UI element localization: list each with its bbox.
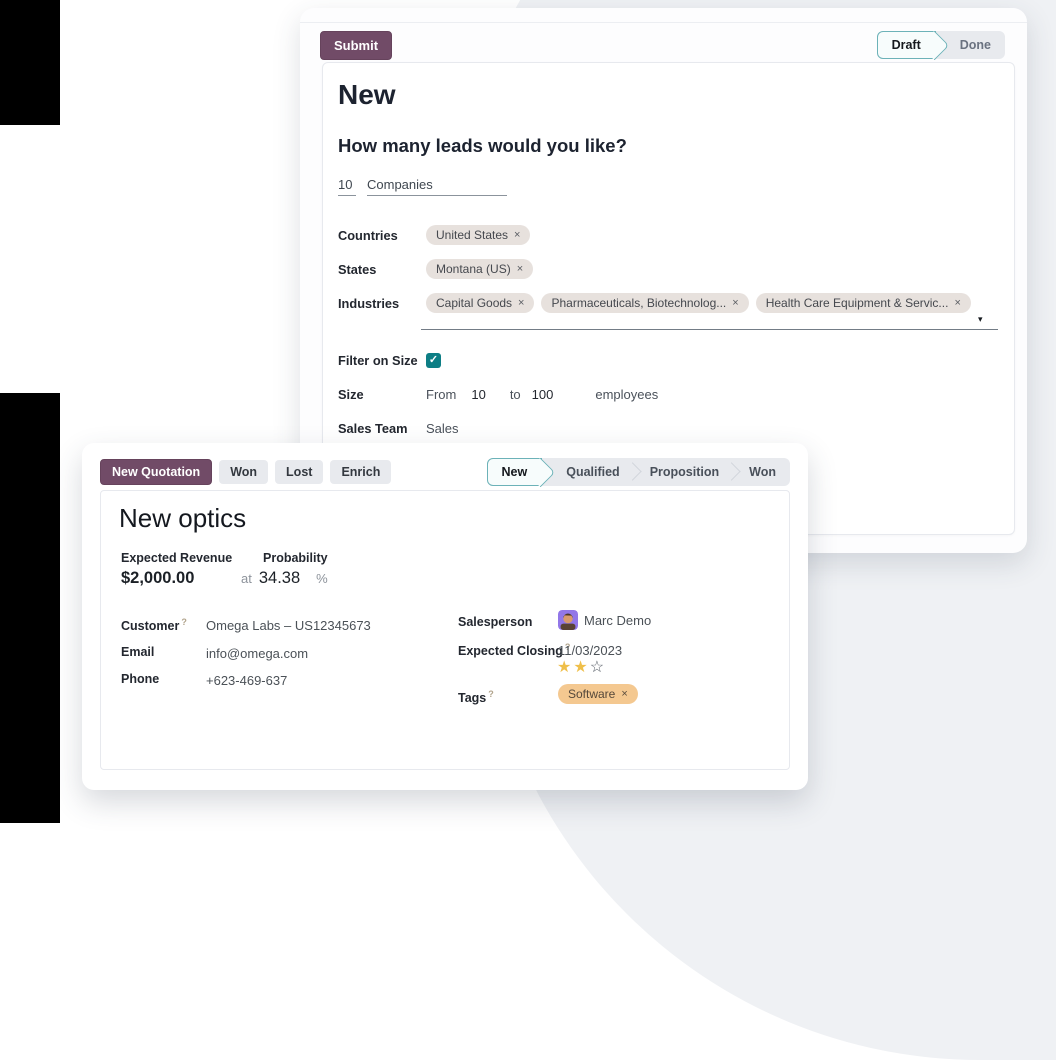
countries-row: Countries United States × — [338, 225, 537, 245]
statusbar: Draft Done — [876, 31, 1005, 59]
pipeline-step-proposition[interactable]: Proposition — [636, 458, 733, 486]
lead-count-unit-input[interactable]: Companies — [367, 177, 507, 196]
remove-tag-icon[interactable]: × — [518, 297, 524, 309]
filter-on-size-label: Filter on Size — [338, 352, 418, 368]
expected-revenue-label: Expected Revenue — [121, 551, 233, 565]
pipeline-step-new[interactable]: New — [486, 458, 543, 486]
opportunity-card: New Quotation Won Lost Enrich New Qualif… — [82, 443, 808, 790]
probability-value-group: at 34.38 % — [241, 569, 328, 588]
software-tag[interactable]: Software × — [558, 684, 638, 704]
tags-field: Software × — [558, 684, 638, 704]
remove-tag-icon[interactable]: × — [621, 688, 627, 700]
customer-value[interactable]: Omega Labs – US12345673 — [206, 618, 371, 633]
opportunity-form-sheet: New optics Expected Revenue Probability … — [100, 490, 790, 770]
size-row: Size From 10 to 100 employees — [338, 384, 658, 404]
salesperson-value-group[interactable]: Marc Demo — [558, 610, 651, 630]
remove-tag-icon[interactable]: × — [517, 263, 523, 275]
tags-label: Tags? — [458, 689, 494, 706]
remove-tag-icon[interactable]: × — [954, 297, 960, 309]
industry-tag-label: Pharmaceuticals, Biotechnolog... — [551, 296, 727, 310]
black-overlay-top-left — [0, 0, 60, 125]
size-to-input[interactable]: 100 — [532, 387, 554, 402]
phone-label: Phone — [121, 672, 160, 686]
country-tag[interactable]: United States × — [426, 225, 531, 245]
countries-label: Countries — [338, 227, 398, 243]
industries-row: Industries Capital Goods × Pharmaceutica… — [338, 293, 978, 313]
industries-input-underline[interactable] — [421, 329, 998, 330]
dialog-top-divider — [300, 22, 1027, 23]
star-filled-icon[interactable]: ★ — [573, 659, 589, 676]
remove-tag-icon[interactable]: × — [514, 229, 520, 241]
lead-question-heading: How many leads would you like? — [338, 135, 627, 156]
software-tag-label: Software — [568, 687, 616, 701]
industry-tag[interactable]: Pharmaceuticals, Biotechnolog... × — [541, 293, 749, 313]
size-from-input[interactable]: 10 — [471, 387, 485, 402]
lead-count-input[interactable]: 10 — [338, 177, 356, 196]
pipeline-step-qualified[interactable]: Qualified — [542, 458, 633, 486]
customer-label: Customer? — [121, 617, 187, 634]
pipeline-step-won[interactable]: Won — [735, 458, 790, 486]
size-suffix-label: employees — [595, 386, 659, 402]
pipeline-step-new-label: New — [501, 465, 528, 479]
customer-help-icon: ? — [181, 617, 187, 627]
industries-label: Industries — [338, 295, 400, 311]
dialog-title: New — [338, 79, 396, 110]
probability-label: Probability — [263, 551, 328, 565]
email-label: Email — [121, 645, 155, 659]
new-quotation-button[interactable]: New Quotation — [100, 459, 213, 485]
salesperson-label: Salesperson — [458, 615, 533, 629]
salesperson-name: Marc Demo — [584, 612, 652, 628]
salesperson-avatar — [558, 610, 578, 630]
industry-tag[interactable]: Capital Goods × — [426, 293, 535, 313]
dialog-header: Submit Draft Done — [320, 30, 1005, 60]
state-tag[interactable]: Montana (US) × — [426, 259, 534, 279]
priority-stars: ★★☆ — [557, 657, 606, 677]
probability-unit-label: % — [316, 571, 328, 586]
industry-tag-label: Health Care Equipment & Servic... — [765, 296, 949, 310]
probability-value[interactable]: 34.38 — [259, 569, 300, 588]
statusbar-step-draft[interactable]: Draft — [876, 31, 936, 59]
pipeline-statusbar: New Qualified Proposition Won — [486, 458, 790, 486]
black-overlay-bottom-left — [0, 393, 60, 823]
industry-tag[interactable]: Health Care Equipment & Servic... × — [755, 293, 971, 313]
submit-button[interactable]: Submit — [320, 30, 393, 60]
star-empty-icon[interactable]: ☆ — [590, 659, 606, 676]
country-tag-label: United States — [436, 228, 509, 242]
expected-closing-value[interactable]: 11/03/2023 — [558, 643, 622, 658]
star-filled-icon[interactable]: ★ — [557, 659, 573, 676]
phone-value[interactable]: +623-469-637 — [206, 673, 287, 688]
sales-team-row: Sales Team Sales — [338, 418, 459, 438]
filter-on-size-row: Filter on Size ✓ — [338, 350, 441, 370]
enrich-button[interactable]: Enrich — [330, 460, 392, 484]
opportunity-title-input[interactable]: New optics — [119, 503, 246, 534]
expected-revenue-value[interactable]: $2,000.00 — [121, 569, 194, 588]
states-label: States — [338, 261, 377, 277]
states-row: States Montana (US) × — [338, 259, 540, 279]
email-value[interactable]: info@omega.com — [206, 646, 308, 661]
filter-on-size-checkbox[interactable]: ✓ — [426, 352, 441, 368]
tags-help-icon: ? — [488, 689, 494, 699]
industries-dropdown-caret-icon[interactable]: ▾ — [978, 314, 983, 325]
sales-team-value[interactable]: Sales — [426, 421, 459, 436]
statusbar-step-draft-label: Draft — [891, 38, 921, 52]
lost-button[interactable]: Lost — [275, 460, 324, 484]
lead-count-row: 10 Companies — [338, 177, 507, 196]
size-label: Size — [338, 386, 364, 402]
state-tag-label: Montana (US) — [436, 262, 511, 276]
expected-closing-label: Expected Closing? — [458, 642, 571, 659]
opportunity-header: New Quotation Won Lost Enrich New Qualif… — [100, 458, 790, 486]
size-to-label: to — [509, 386, 521, 402]
industry-tag-label: Capital Goods — [436, 296, 513, 310]
remove-tag-icon[interactable]: × — [732, 297, 738, 309]
won-button[interactable]: Won — [219, 460, 269, 484]
sales-team-label: Sales Team — [338, 420, 408, 436]
size-from-label: From — [426, 386, 457, 402]
probability-at-label: at — [241, 571, 252, 586]
